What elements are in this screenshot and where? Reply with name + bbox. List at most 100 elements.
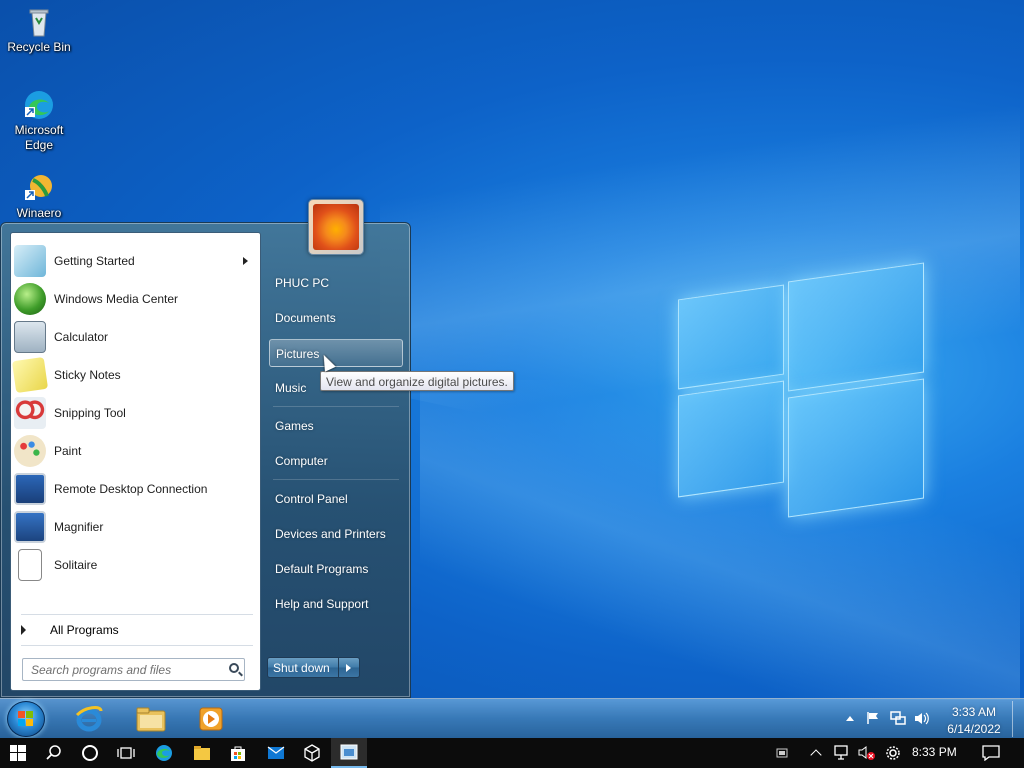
program-snipping-tool[interactable]: Snipping Tool (11, 395, 260, 431)
program-label: Sticky Notes (54, 368, 121, 382)
chevron-up-icon[interactable] (846, 716, 854, 721)
start-item-label: Pictures (276, 347, 320, 361)
notifications-icon[interactable] (982, 745, 1000, 761)
volume-muted-icon[interactable] (858, 745, 876, 761)
desktop-icon-recycle-bin[interactable]: Recycle Bin (3, 6, 75, 55)
desktop-icon-edge[interactable]: Microsoft Edge (3, 89, 75, 153)
volume-icon[interactable] (914, 711, 930, 726)
program-solitaire[interactable]: Solitaire (11, 547, 260, 583)
shutdown-button[interactable]: Shut down (267, 657, 360, 678)
program-label: Getting Started (54, 254, 135, 268)
start-orb-button[interactable] (7, 701, 45, 737)
win10-store-button[interactable] (220, 738, 256, 768)
start-item-label: Documents (275, 311, 336, 325)
start-item-games[interactable]: Games (269, 412, 403, 440)
program-label: Solitaire (54, 558, 98, 572)
solitaire-icon (18, 549, 42, 581)
program-sticky-notes[interactable]: Sticky Notes (11, 356, 260, 394)
win10-cortana-button[interactable] (72, 738, 108, 768)
program-label: Remote Desktop Connection (54, 482, 208, 496)
task-view-icon (117, 747, 135, 759)
clock-win7[interactable]: 3:33 AM 6/14/2022 (940, 704, 1008, 738)
win10-mail-button[interactable] (258, 738, 294, 768)
store-icon (231, 746, 245, 761)
network-icon[interactable] (834, 745, 852, 761)
program-label: Paint (54, 444, 82, 458)
start-item-control-panel[interactable]: Control Panel (269, 485, 403, 513)
program-remote-desktop[interactable]: Remote Desktop Connection (11, 471, 260, 507)
start-item-label: Control Panel (275, 492, 348, 506)
right-separator (273, 479, 399, 480)
media-center-icon (14, 283, 46, 315)
program-label: Magnifier (54, 520, 104, 534)
desktop-icon-label: Microsoft Edge (14, 123, 64, 152)
taskbar-windows-explorer[interactable] (125, 702, 177, 736)
folder-icon (136, 707, 166, 732)
taskbar-win10: 8:33 PM (0, 738, 1024, 768)
snipping-tool-icon (14, 397, 46, 429)
network-icon[interactable] (890, 711, 906, 726)
internet-explorer-icon (75, 706, 103, 732)
right-separator (273, 406, 399, 407)
shutdown-options-arrow-icon[interactable] (339, 658, 359, 677)
program-magnifier[interactable]: Magnifier (11, 509, 260, 545)
taskbar-win7: 3:33 AM 6/14/2022 (0, 698, 1024, 738)
remote-desktop-icon (14, 473, 46, 505)
keyboard-icon[interactable] (776, 747, 788, 759)
program-getting-started[interactable]: Getting Started (11, 243, 260, 279)
shutdown-label: Shut down (268, 658, 339, 677)
desktop-icon-winaero[interactable]: Winaero (3, 172, 75, 221)
win10-file-explorer-button[interactable] (184, 738, 220, 768)
clock-time: 3:33 AM (951, 705, 997, 719)
magnifier-icon (14, 511, 46, 543)
start-menu: Getting Started Windows Media Center Cal… (0, 222, 411, 698)
taskbar-internet-explorer[interactable] (63, 702, 115, 736)
windows-logo-wallpaper (678, 258, 926, 518)
windows-logo-icon (10, 745, 26, 761)
search-icon (229, 663, 239, 673)
user-picture[interactable] (308, 199, 364, 255)
clock-win10[interactable]: 8:33 PM (912, 745, 957, 759)
edge-icon (23, 89, 55, 121)
cortana-icon (82, 745, 98, 761)
all-programs-button[interactable]: All Programs (11, 619, 260, 641)
start-item-documents[interactable]: Documents (269, 304, 403, 332)
start-item-help-support[interactable]: Help and Support (269, 590, 403, 618)
start-item-pictures[interactable]: Pictures (269, 339, 403, 367)
show-desktop-button[interactable] (1012, 701, 1022, 737)
settings-gear-icon[interactable] (885, 745, 901, 761)
win10-active-app-button[interactable] (331, 738, 367, 768)
program-calculator[interactable]: Calculator (11, 319, 260, 355)
start-item-label: Devices and Printers (275, 527, 386, 541)
sticky-notes-icon (11, 356, 49, 394)
win10-edge-button[interactable] (146, 738, 182, 768)
edge-icon (156, 745, 172, 761)
start-item-default-programs[interactable]: Default Programs (269, 555, 403, 583)
all-programs-label: All Programs (50, 623, 119, 637)
action-center-flag-icon[interactable] (866, 711, 880, 725)
win10-3d-viewer-button[interactable] (294, 738, 330, 768)
calculator-icon (14, 321, 46, 353)
search-placeholder: Search programs and files (31, 663, 172, 677)
chevron-up-icon[interactable] (810, 749, 822, 761)
search-separator (21, 645, 253, 646)
win10-task-view-button[interactable] (108, 738, 144, 768)
start-item-user-folder[interactable]: PHUC PC (269, 269, 403, 297)
program-paint[interactable]: Paint (11, 433, 260, 469)
start-item-label: Computer (275, 454, 328, 468)
desktop-icon-label: Recycle Bin (7, 40, 71, 54)
start-item-label: Music (275, 381, 307, 395)
start-item-devices-printers[interactable]: Devices and Printers (269, 520, 403, 548)
search-input[interactable]: Search programs and files (22, 658, 245, 681)
win10-start-button[interactable] (0, 738, 36, 768)
program-label: Snipping Tool (54, 406, 126, 420)
taskbar-media-player[interactable] (185, 702, 237, 736)
mail-icon (267, 746, 285, 759)
start-item-computer[interactable]: Computer (269, 447, 403, 475)
flower-avatar-icon (313, 204, 359, 250)
paint-icon (14, 435, 46, 467)
win10-search-button[interactable] (36, 738, 72, 768)
start-item-label: PHUC PC (275, 276, 330, 290)
programs-separator (21, 614, 253, 615)
program-windows-media-center[interactable]: Windows Media Center (11, 281, 260, 317)
